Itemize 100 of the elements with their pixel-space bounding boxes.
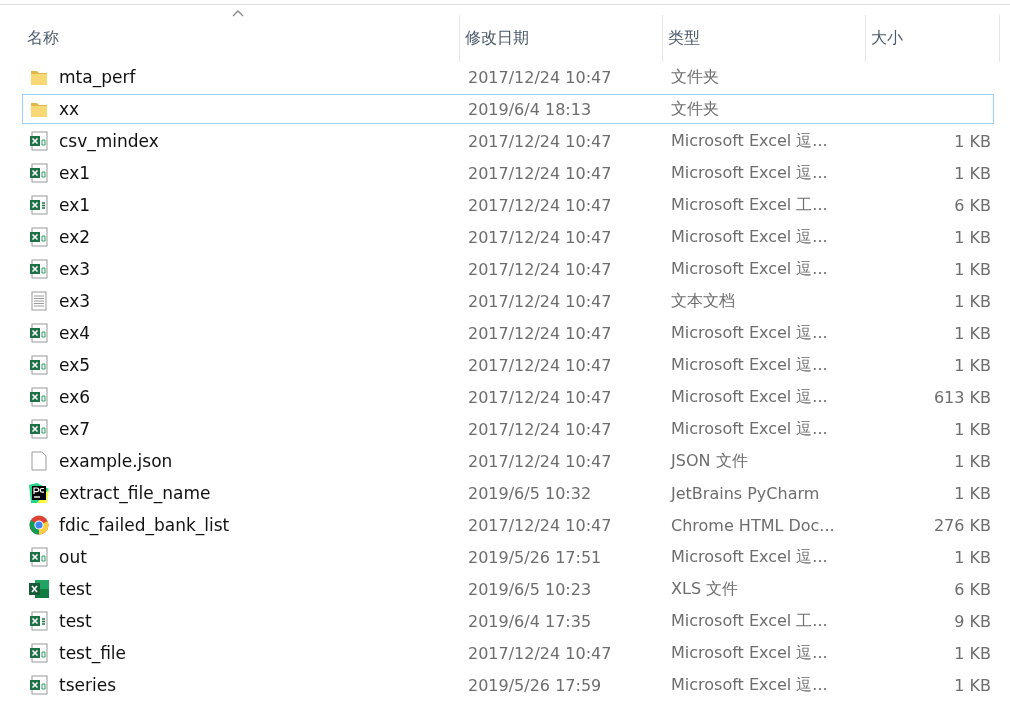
date-modified: 2017/12/24 10:47 (467, 643, 613, 663)
file-row[interactable]: ex3 2017/12/24 10:47 Microsoft Excel 逗... 1 KB (22, 254, 994, 284)
file-type: Microsoft Excel 逗... (670, 130, 829, 152)
file-type: Microsoft Excel 逗... (670, 546, 829, 568)
spreadsheet-file-icon (29, 195, 49, 215)
pycharm-logo-icon (29, 483, 49, 503)
file-row[interactable]: extract_file_name 2019/6/5 10:32 JetBrains PyCharm 1 KB (22, 478, 994, 508)
file-row[interactable]: fdic_failed_bank_list 2017/12/24 10:47 Chrome HTML Doc... 276 KB (22, 510, 994, 540)
date-modified: 2017/12/24 10:47 (467, 515, 613, 535)
date-modified: 2017/12/24 10:47 (467, 163, 613, 183)
spreadsheet-app-icon (29, 579, 49, 599)
file-type: Microsoft Excel 逗... (670, 386, 829, 408)
file-row[interactable]: test_file 2017/12/24 10:47 Microsoft Excel 逗... 1 KB (22, 638, 994, 668)
file-row[interactable]: tseries 2019/5/26 17:59 Microsoft Excel 逗... 1 KB (22, 670, 994, 700)
file-name: mta_perf (59, 67, 136, 87)
file-row[interactable]: mta_perf 2017/12/24 10:47 文件夹 (22, 62, 994, 92)
file-size: 1 KB (953, 163, 992, 183)
file-name: tseries (59, 675, 116, 695)
file-row[interactable]: ex2 2017/12/24 10:47 Microsoft Excel 逗... 1 KB (22, 222, 994, 252)
spreadsheet-file-icon (29, 259, 49, 279)
file-row[interactable]: ex1 2017/12/24 10:47 Microsoft Excel 逗... 1 KB (22, 158, 994, 188)
file-size: 1 KB (953, 419, 992, 439)
date-modified: 2017/12/24 10:47 (467, 323, 613, 343)
file-name: ex3 (59, 259, 91, 279)
file-name: ex4 (59, 323, 91, 343)
date-modified: 2017/12/24 10:47 (467, 195, 613, 215)
file-size: 613 KB (932, 387, 992, 407)
column-header[interactable]: 大小 (866, 15, 1000, 62)
file-name: ex2 (59, 227, 91, 247)
date-modified: 2017/12/24 10:47 (467, 451, 613, 471)
spreadsheet-file-icon (29, 419, 49, 439)
file-name: ex6 (59, 387, 91, 407)
file-size: 1 KB (953, 643, 992, 663)
date-modified: 2019/5/26 17:51 (467, 547, 603, 567)
file-row[interactable]: test 2019/6/5 10:23 XLS 文件 6 KB (22, 574, 994, 604)
file-size: 6 KB (953, 195, 992, 215)
file-size: 1 KB (953, 483, 992, 503)
column-header[interactable]: 类型 (663, 15, 866, 62)
file-name: extract_file_name (59, 483, 211, 503)
file-name: ex1 (59, 195, 91, 215)
file-row[interactable]: xx 2019/6/4 18:13 文件夹 (22, 94, 994, 124)
file-row[interactable]: ex7 2017/12/24 10:47 Microsoft Excel 逗... 1 KB (22, 414, 994, 444)
date-modified: 2019/6/5 10:23 (467, 579, 593, 599)
file-size: 1 KB (953, 323, 992, 343)
file-type: Microsoft Excel 逗... (670, 162, 829, 184)
date-modified: 2017/12/24 10:47 (467, 355, 613, 375)
date-modified: 2017/12/24 10:47 (467, 227, 613, 247)
file-row[interactable]: csv_mindex 2017/12/24 10:47 Microsoft Excel 逗... 1 KB (22, 126, 994, 156)
spreadsheet-file-icon (29, 323, 49, 343)
date-modified: 2017/12/24 10:47 (467, 259, 613, 279)
file-size: 1 KB (953, 547, 992, 567)
chrome-logo-icon (29, 515, 49, 535)
spreadsheet-file-icon (29, 611, 49, 631)
spreadsheet-file-icon (29, 675, 49, 695)
file-size: 276 KB (932, 515, 992, 535)
spreadsheet-file-icon (29, 163, 49, 183)
file-row[interactable]: ex1 2017/12/24 10:47 Microsoft Excel 工... 6 KB (22, 190, 994, 220)
file-name: test_file (59, 643, 127, 663)
date-modified: 2019/6/4 18:13 (467, 99, 593, 119)
file-row[interactable]: ex6 2017/12/24 10:47 Microsoft Excel 逗... 613 KB (22, 382, 994, 412)
file-type: Microsoft Excel 逗... (670, 642, 829, 664)
date-modified: 2017/12/24 10:47 (467, 67, 613, 87)
file-type: Chrome HTML Doc... (670, 515, 836, 535)
file-name: ex3 (59, 291, 91, 311)
date-modified: 2017/12/24 10:47 (467, 387, 613, 407)
date-modified: 2019/6/4 17:35 (467, 611, 593, 631)
file-size: 1 KB (953, 675, 992, 695)
file-type: 文本文档 (670, 290, 736, 312)
date-modified: 2017/12/24 10:47 (467, 291, 613, 311)
file-type: JSON 文件 (669, 450, 749, 472)
file-type: Microsoft Excel 逗... (670, 322, 829, 344)
file-size: 1 KB (953, 259, 992, 279)
spreadsheet-file-icon (29, 387, 49, 407)
column-header[interactable]: 修改日期 (460, 15, 663, 62)
spreadsheet-file-icon (29, 355, 49, 375)
file-size: 1 KB (953, 355, 992, 375)
file-size: 6 KB (953, 579, 992, 599)
file-size: 1 KB (953, 451, 992, 471)
file-name: csv_mindex (59, 131, 159, 151)
file-row[interactable]: test 2019/6/4 17:35 Microsoft Excel 工... 9 KB (22, 606, 994, 636)
file-size: 1 KB (953, 131, 992, 151)
file-type: Microsoft Excel 工... (670, 194, 829, 216)
file-type: JetBrains PyCharm (669, 483, 821, 503)
file-row[interactable]: example.json 2017/12/24 10:47 JSON 文件 1 KB (22, 446, 994, 476)
file-size: 9 KB (953, 611, 992, 631)
spreadsheet-file-icon (29, 227, 49, 247)
file-type: Microsoft Excel 逗... (670, 258, 829, 280)
file-row[interactable]: ex4 2017/12/24 10:47 Microsoft Excel 逗... 1 KB (22, 318, 994, 348)
file-row[interactable]: out 2019/5/26 17:51 Microsoft Excel 逗... 1 KB (22, 542, 994, 572)
file-name: xx (59, 99, 80, 119)
file-size: 1 KB (953, 227, 992, 247)
file-row[interactable]: ex3 2017/12/24 10:47 文本文档 1 KB (22, 286, 994, 316)
file-type: Microsoft Excel 逗... (670, 226, 829, 248)
file-type: Microsoft Excel 工... (670, 610, 829, 632)
file-row[interactable]: ex5 2017/12/24 10:47 Microsoft Excel 逗... 1 KB (22, 350, 994, 380)
file-name: example.json (59, 451, 173, 471)
column-header[interactable]: 名称 (22, 15, 460, 62)
file-name: test (59, 579, 92, 599)
file-name: test (59, 611, 92, 631)
file-type: Microsoft Excel 逗... (670, 354, 829, 376)
